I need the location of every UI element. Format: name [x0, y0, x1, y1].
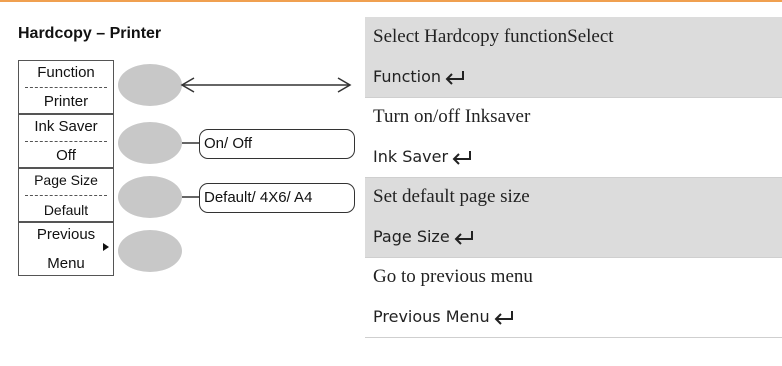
description-ink-saver: Turn on/off Inksaver	[365, 97, 782, 137]
key-label: Previous Menu	[373, 307, 490, 326]
description-function: Select Hardcopy functionSelect	[365, 17, 782, 57]
key-label: Ink Saver	[373, 147, 449, 166]
row-divider	[365, 177, 782, 178]
row-divider	[365, 257, 782, 258]
enter-return-icon	[445, 70, 465, 85]
enter-return-icon	[454, 230, 473, 245]
enter-return-icon	[494, 310, 513, 325]
row-divider	[365, 337, 782, 338]
ink-saver-options: On/ Off	[199, 129, 355, 159]
row-divider	[365, 97, 782, 98]
double-arrow-icon	[180, 77, 352, 93]
key-label: Page Size	[373, 227, 450, 246]
description-text: Turn on/off Inksaver	[373, 106, 531, 127]
description-text: Select Hardcopy functionSelect	[373, 26, 614, 47]
key-row-page-size: Page Size	[365, 217, 782, 257]
key-row-previous-menu: Previous Menu	[365, 297, 782, 337]
page-size-options: Default/ 4X6/ A4	[199, 183, 355, 213]
key-label: Function	[373, 67, 442, 86]
description-previous-menu: Go to previous menu	[365, 257, 782, 297]
description-text: Set default page size	[373, 186, 530, 207]
key-row-function: Function	[365, 57, 782, 97]
key-row-ink-saver: Ink Saver	[365, 137, 782, 177]
description-text: Go to previous menu	[373, 266, 533, 287]
description-page-size: Set default page size	[365, 177, 782, 217]
enter-return-icon	[452, 150, 472, 165]
